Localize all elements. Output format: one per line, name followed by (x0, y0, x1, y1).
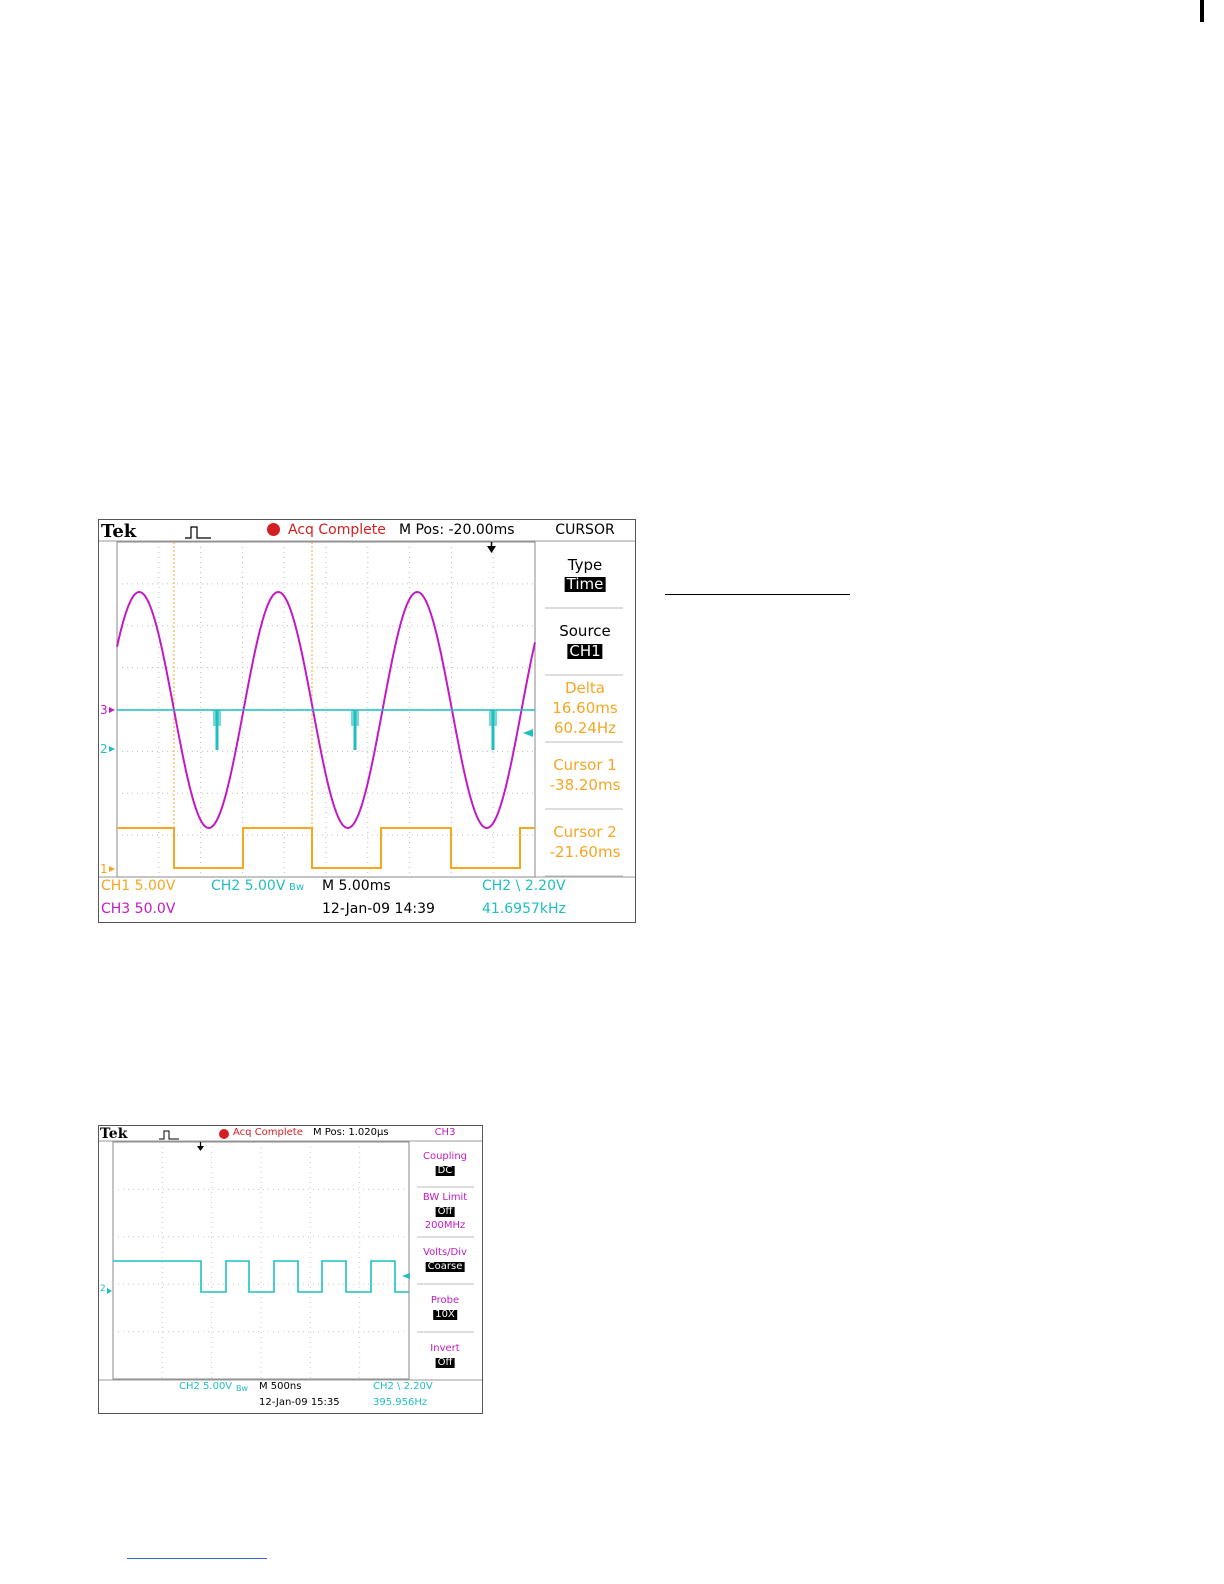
menu-label-cursor-1: Cursor 1 (553, 756, 617, 774)
blank-underline-top (665, 594, 850, 595)
horizontal-position: M Pos: 1.020μs (313, 1127, 389, 1138)
tek-logo: Tek (100, 1126, 128, 1142)
menu-value-bw-limit: Off (435, 1206, 455, 1217)
tek-logo: Tek (101, 521, 137, 542)
capture-date: 12-Jan-09 14:39 (322, 901, 435, 917)
ch2-glitch-burst (213, 710, 221, 726)
oscilloscope-screenshot-1: Tek Acq Complete M Pos: -20.00ms CURSOR … (98, 519, 636, 923)
ch2-marker-arrow-icon (107, 1288, 112, 1294)
page-edge-mark (1200, 0, 1204, 22)
menu-value-probe: 10X (433, 1309, 457, 1320)
timebase: M 500ns (259, 1381, 302, 1392)
horizontal-position: M Pos: -20.00ms (399, 522, 515, 538)
menu-extra-bw-limit: 200MHz (424, 1220, 466, 1231)
timebase: M 5.00ms (322, 878, 391, 894)
ch2-ground-marker: 2 (100, 742, 108, 756)
menu-label-type: Type (567, 556, 603, 574)
menu-label-probe: Probe (430, 1295, 460, 1306)
ch2-glitch-burst (351, 710, 359, 726)
trigger-setting: CH2 \ 2.20V (482, 878, 566, 894)
ch2-marker-arrow-icon (109, 746, 115, 752)
ch1-marker-arrow-icon (109, 866, 115, 872)
status-dot-icon (267, 523, 280, 536)
acquisition-status: Acq Complete (288, 522, 386, 538)
ch2-bw-indicator: Bw (289, 882, 305, 893)
ch2-scale: CH2 5.00V (211, 878, 286, 894)
trigger-setting: CH2 \ 2.20V (373, 1381, 433, 1392)
trigger-type-icon (159, 1130, 179, 1140)
menu-value-coupling: DC (435, 1165, 455, 1176)
trigger-frequency: 395.956Hz (373, 1397, 428, 1408)
menu-value-delta-time: 16.60ms (552, 699, 618, 717)
ch2-trigger-level-arrow-icon (523, 729, 533, 737)
trigger-frequency: 41.6957kHz (482, 901, 566, 917)
menu-label-delta: Delta (564, 679, 606, 697)
menu-value-volts-div: Coarse (425, 1261, 465, 1272)
ch3-marker-arrow-icon (109, 707, 115, 713)
menu-label-coupling: Coupling (422, 1151, 468, 1162)
menu-label-cursor-2: Cursor 2 (553, 823, 617, 841)
scope2-waveform-canvas (99, 1130, 482, 1381)
menu-value-delta-freq: 60.24Hz (553, 719, 617, 737)
ch3-ground-marker: 3 (100, 703, 108, 717)
menu-label-invert: Invert (430, 1343, 460, 1354)
menu-value-source: CH1 (567, 642, 603, 660)
oscilloscope-screenshot-2: Tek Acq Complete M Pos: 1.020μs CH3 Coup… (98, 1125, 483, 1414)
hyperlink-underline (127, 1558, 267, 1559)
menu-title: CH3 (434, 1127, 456, 1138)
acquisition-status: Acq Complete (233, 1127, 303, 1138)
capture-date: 12-Jan-09 15:35 (259, 1397, 340, 1408)
menu-value-invert: Off (435, 1357, 455, 1368)
ch3-scale: CH3 50.0V (101, 901, 176, 917)
ch2-glitch-burst (489, 710, 497, 726)
menu-label-bw-limit: BW Limit (422, 1192, 468, 1203)
menu-label-source: Source (559, 622, 611, 640)
ch1-ground-marker: 1 (100, 862, 108, 876)
menu-title: CURSOR (555, 522, 615, 538)
ch2-trigger-level-arrow-icon (402, 1273, 410, 1279)
menu-value-type: Time (564, 575, 606, 593)
ch1-scale: CH1 5.00V (101, 878, 176, 894)
ch2-ground-marker: 2 (100, 1284, 106, 1294)
menu-value-cursor-2: -21.60ms (549, 843, 621, 861)
menu-value-cursor-1: -38.20ms (549, 776, 621, 794)
status-dot-icon (219, 1129, 229, 1139)
menu-label-volts-div: Volts/Div (423, 1247, 467, 1258)
trigger-type-icon (185, 526, 211, 539)
ch2-scale: CH2 5.00V (179, 1381, 233, 1392)
ch2-bw-indicator: Bw (236, 1384, 249, 1393)
